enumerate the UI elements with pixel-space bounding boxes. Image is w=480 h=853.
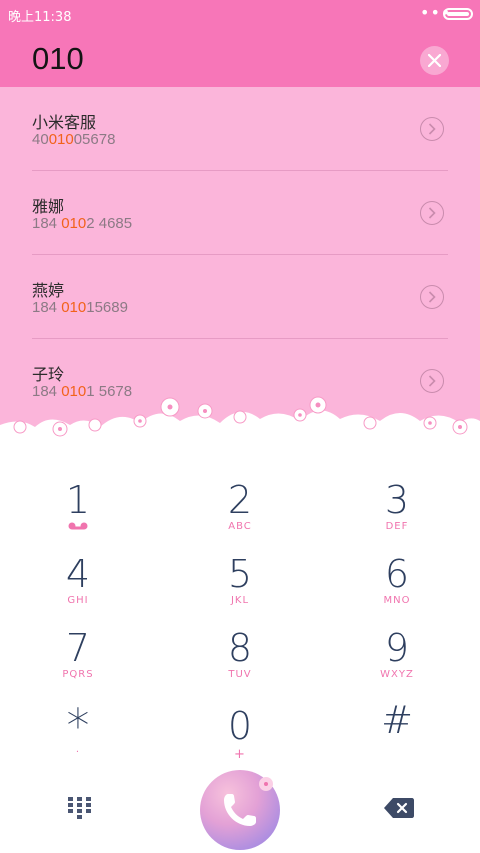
- dialed-number[interactable]: 010: [32, 41, 84, 77]
- contact-name: 燕婷: [32, 281, 65, 300]
- backspace-icon[interactable]: [384, 798, 414, 818]
- blossom-icon: [259, 777, 273, 791]
- close-icon: [428, 54, 441, 67]
- key-digit: 0: [227, 704, 253, 748]
- voicemail-icon: [68, 522, 88, 530]
- key-0[interactable]: 0 +: [180, 704, 300, 778]
- contact-phone: 4001005678: [32, 131, 116, 148]
- key-digit: 7: [65, 626, 91, 670]
- status-time: 晚上11:38: [8, 10, 72, 25]
- key-digit: 5: [227, 552, 253, 596]
- status-bar: 晚上11:38 •••: [0, 0, 480, 30]
- key-star[interactable]: * ·: [18, 699, 138, 778]
- key-digit: 2: [227, 478, 253, 522]
- key-digit: 8: [227, 626, 253, 670]
- key-hash[interactable]: #: [337, 698, 457, 772]
- key-7[interactable]: 7 PQRS: [18, 626, 138, 700]
- contact-name: 子玲: [32, 365, 65, 384]
- key-letters: +: [234, 747, 246, 762]
- contact-detail-button[interactable]: [420, 285, 444, 309]
- key-1[interactable]: 1: [18, 478, 138, 552]
- contact-phone: 184 0102 4685: [32, 215, 133, 232]
- key-letters: MNO: [383, 595, 411, 606]
- phone-icon: [224, 794, 256, 826]
- contact-phone: 184 01015689: [32, 299, 128, 316]
- key-letters: WXYZ: [380, 669, 414, 680]
- key-digit: 4: [65, 552, 91, 596]
- key-5[interactable]: 5 JKL: [180, 552, 300, 626]
- chevron-right-icon: [428, 123, 436, 135]
- contact-detail-button[interactable]: [420, 201, 444, 225]
- list-item[interactable]: 雅娜 184 0102 4685: [0, 171, 480, 255]
- blossom-border-decoration: [0, 396, 480, 470]
- key-digit: 9: [384, 626, 410, 670]
- key-letters: JKL: [230, 595, 250, 606]
- key-digit: 3: [384, 478, 410, 522]
- battery-icon: [443, 8, 473, 20]
- key-4[interactable]: 4 GHI: [18, 552, 138, 626]
- dialpad-icon[interactable]: [68, 797, 92, 819]
- chevron-right-icon: [428, 291, 436, 303]
- key-digit: #: [381, 698, 413, 742]
- contact-name: 雅娜: [32, 197, 65, 216]
- chevron-right-icon: [428, 207, 436, 219]
- call-button[interactable]: [200, 770, 280, 850]
- key-9[interactable]: 9 WXYZ: [337, 626, 457, 700]
- key-2[interactable]: 2 ABC: [180, 478, 300, 552]
- key-3[interactable]: 3 DEF: [337, 478, 457, 552]
- key-6[interactable]: 6 MNO: [337, 552, 457, 626]
- key-letters: ABC: [228, 521, 252, 532]
- chevron-right-icon: [428, 375, 436, 387]
- key-digit: *: [66, 699, 90, 753]
- clear-button[interactable]: [420, 46, 449, 75]
- key-digit: 6: [384, 552, 410, 596]
- list-item[interactable]: 小米客服 4001005678: [0, 87, 480, 171]
- key-letters: TUV: [228, 669, 252, 680]
- key-letters: GHI: [67, 595, 89, 606]
- list-item[interactable]: 燕婷 184 01015689: [0, 255, 480, 339]
- key-digit: 1: [65, 478, 91, 522]
- key-8[interactable]: 8 TUV: [180, 626, 300, 700]
- key-letters: PQRS: [62, 669, 94, 680]
- contact-name: 小米客服: [32, 113, 97, 132]
- key-letters: DEF: [385, 521, 409, 532]
- dial-header: 010: [0, 30, 480, 87]
- contact-detail-button[interactable]: [420, 117, 444, 141]
- key-letters: ·: [75, 747, 81, 758]
- contact-detail-button[interactable]: [420, 369, 444, 393]
